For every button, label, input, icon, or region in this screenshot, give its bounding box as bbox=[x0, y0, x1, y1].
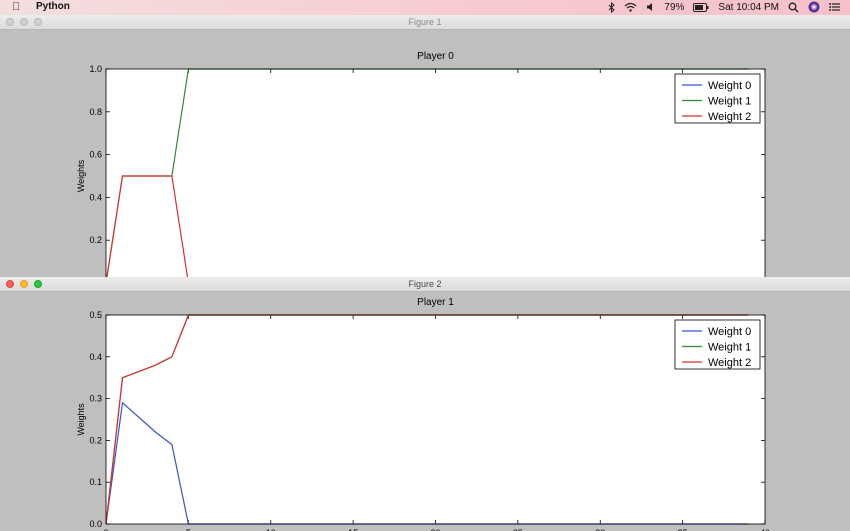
close-button[interactable] bbox=[6, 18, 14, 26]
app-menu-python[interactable]: Python bbox=[36, 1, 70, 12]
window-titlebar[interactable]: Figure 1 bbox=[0, 15, 850, 30]
zoom-button[interactable] bbox=[34, 18, 42, 26]
y-axis-label: Weights bbox=[76, 403, 86, 436]
legend-label: Weight 2 bbox=[708, 111, 751, 123]
y-tick-label: 0.2 bbox=[89, 235, 102, 245]
window-controls bbox=[6, 280, 42, 288]
siri-icon[interactable] bbox=[808, 1, 820, 13]
y-tick-label: 0.4 bbox=[89, 352, 102, 362]
legend: Weight 0 Weight 1 Weight 2 bbox=[674, 73, 761, 124]
plot-area bbox=[106, 315, 765, 524]
figure-window-1: Figure 1 Player 005101520253035400.00.20… bbox=[0, 15, 850, 277]
close-button[interactable] bbox=[6, 280, 14, 288]
window-controls bbox=[6, 18, 42, 26]
y-tick-label: 0.2 bbox=[89, 435, 102, 445]
y-tick-label: 0.6 bbox=[89, 150, 102, 160]
legend: Weight 0 Weight 1 Weight 2 bbox=[674, 319, 761, 370]
chart-title: Player 0 bbox=[417, 51, 454, 62]
chart-player-0: Player 005101520253035400.00.20.40.60.81… bbox=[76, 51, 766, 277]
plot-area bbox=[106, 69, 765, 277]
y-tick-label: 0.1 bbox=[89, 477, 102, 487]
bluetooth-icon[interactable] bbox=[608, 1, 616, 13]
y-tick-label: 0.4 bbox=[89, 192, 102, 202]
status-area: 79% Sat 10:04 PM bbox=[608, 1, 840, 13]
battery-icon[interactable] bbox=[693, 2, 709, 12]
legend-label: Weight 2 bbox=[708, 357, 751, 369]
legend-label: Weight 1 bbox=[708, 342, 751, 354]
y-tick-label: 0.3 bbox=[89, 394, 102, 404]
notification-list-icon[interactable] bbox=[829, 2, 840, 12]
y-tick-label: 1.0 bbox=[89, 64, 102, 74]
chart-title: Player 1 bbox=[417, 297, 454, 308]
zoom-button[interactable] bbox=[34, 280, 42, 288]
legend-label: Weight 1 bbox=[708, 96, 751, 108]
y-axis-label: Weights bbox=[76, 159, 86, 192]
menu-bar:  Python 79% Sat 10:04 PM bbox=[0, 0, 850, 15]
volume-icon[interactable] bbox=[646, 2, 655, 12]
legend-label: Weight 0 bbox=[708, 326, 751, 338]
y-tick-label: 0.8 bbox=[89, 107, 102, 117]
apple-icon[interactable]:  bbox=[12, 1, 20, 13]
y-tick-label: 0.5 bbox=[89, 310, 102, 320]
window-title: Figure 2 bbox=[408, 279, 442, 289]
y-tick-label: 0.0 bbox=[89, 519, 102, 529]
window-titlebar[interactable]: Figure 2 bbox=[0, 277, 850, 292]
chart-player-1: Player 105101520253035400.00.10.20.30.40… bbox=[76, 297, 770, 531]
legend-label: Weight 0 bbox=[708, 80, 751, 92]
window-title: Figure 1 bbox=[408, 17, 442, 27]
figure-window-2: Figure 2 Player 105101520253035400.00.10… bbox=[0, 277, 850, 531]
battery-percentage[interactable]: 79% bbox=[664, 2, 684, 13]
search-icon[interactable] bbox=[788, 2, 799, 13]
minimize-button[interactable] bbox=[20, 280, 28, 288]
minimize-button[interactable] bbox=[20, 18, 28, 26]
clock[interactable]: Sat 10:04 PM bbox=[718, 2, 779, 13]
wifi-icon[interactable] bbox=[624, 2, 637, 12]
